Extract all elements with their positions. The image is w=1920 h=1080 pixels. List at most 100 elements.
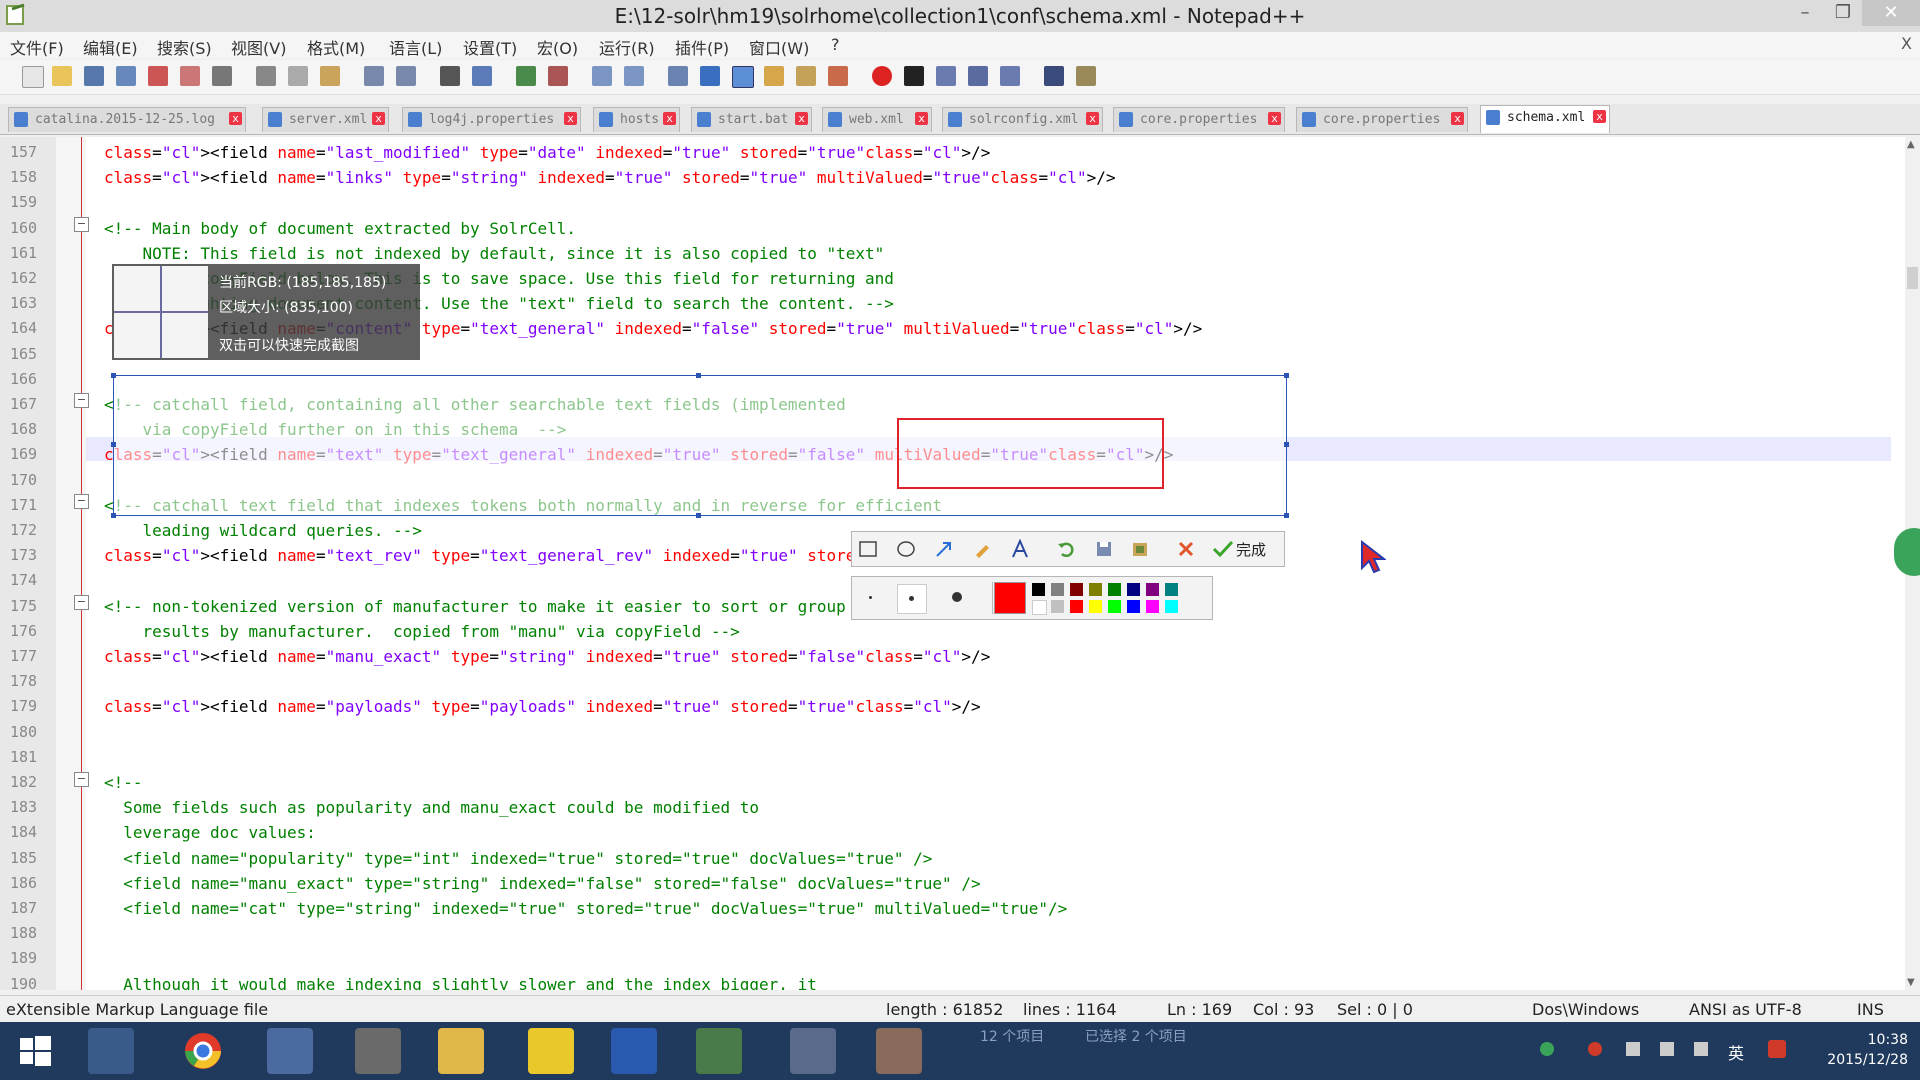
code-line[interactable]: <field name="cat" type="string" indexed=…	[104, 899, 1067, 918]
resize-handle[interactable]	[696, 373, 701, 378]
menu-help[interactable]: ?	[831, 35, 840, 54]
scrollbar-thumb[interactable]	[1907, 267, 1918, 289]
code-line[interactable]: <field name="manu_exact" type="string" i…	[104, 874, 980, 893]
brush-tool-icon[interactable]	[972, 539, 992, 559]
color-swatch-red[interactable]	[1070, 600, 1083, 613]
menu-run[interactable]: 运行(R)	[599, 35, 655, 59]
color-swatch-magenta[interactable]	[1146, 600, 1159, 613]
undo-icon[interactable]	[364, 66, 384, 86]
color-swatch-silver[interactable]	[1051, 600, 1064, 613]
document-map-icon[interactable]	[796, 66, 816, 86]
tab-web-xml[interactable]: web.xml x	[822, 107, 932, 132]
code-line[interactable]: class="cl"><field name="links" type="str…	[104, 168, 1116, 187]
start-button[interactable]	[12, 1028, 58, 1074]
taskbar-word-icon[interactable]	[611, 1028, 657, 1074]
function-list-icon[interactable]	[828, 66, 848, 86]
menu-file[interactable]: 文件(F)	[10, 35, 64, 59]
resize-handle[interactable]	[1284, 442, 1289, 447]
scroll-down-icon[interactable]: ▼	[1907, 977, 1915, 988]
sync-vertical-icon[interactable]	[592, 66, 612, 86]
close-all-icon[interactable]	[180, 66, 200, 86]
tab-close-icon[interactable]: x	[1451, 112, 1464, 125]
copy-icon[interactable]	[288, 66, 308, 86]
color-swatch-blue[interactable]	[1127, 600, 1140, 613]
size-small-icon[interactable]	[869, 596, 872, 599]
fold-toggle-icon[interactable]: −	[74, 494, 89, 509]
minimize-button[interactable]: –	[1786, 0, 1824, 26]
system-clock[interactable]: 10:38 2015/12/28	[1827, 1030, 1908, 1070]
taskbar-explorer-icon[interactable]	[438, 1028, 484, 1074]
menu-edit[interactable]: 编辑(E)	[83, 35, 138, 59]
tab-server-xml[interactable]: server.xml x	[262, 107, 389, 132]
spell-check-icon[interactable]	[1044, 66, 1064, 86]
stop-macro-icon[interactable]	[904, 66, 924, 86]
tab-core-properties-1[interactable]: core.properties x	[1113, 107, 1285, 132]
close-window-button[interactable]: ✕	[1862, 0, 1920, 26]
color-swatch-gray[interactable]	[1051, 583, 1064, 596]
size-medium-button[interactable]	[897, 584, 927, 614]
save-capture-icon[interactable]	[1094, 539, 1114, 559]
code-line[interactable]: class="cl"><field name="manu_exact" type…	[104, 647, 990, 666]
menu-macro[interactable]: 宏(O)	[537, 35, 578, 59]
paste-icon[interactable]	[320, 66, 340, 86]
code-line[interactable]: class="cl"><field name="last_modified" t…	[104, 143, 990, 162]
taskbar-app-icon[interactable]	[355, 1028, 401, 1074]
color-swatch-purple[interactable]	[1146, 583, 1159, 596]
color-swatch-teal[interactable]	[1165, 583, 1178, 596]
menu-window[interactable]: 窗口(W)	[749, 35, 809, 59]
code-line[interactable]: class="cl"><field name="payloads" type="…	[104, 697, 981, 716]
taskbar-app-icon-2[interactable]	[790, 1028, 836, 1074]
tab-close-icon[interactable]: x	[372, 112, 385, 125]
arrow-tool-icon[interactable]	[934, 539, 954, 559]
fold-toggle-icon[interactable]: −	[74, 772, 89, 787]
resize-handle[interactable]	[111, 513, 116, 518]
tray-volume-icon[interactable]	[1694, 1042, 1708, 1056]
tab-start-bat[interactable]: start.bat x	[691, 107, 812, 132]
tab-log4j-properties[interactable]: log4j.properties x	[402, 107, 581, 132]
cut-icon[interactable]	[256, 66, 276, 86]
color-swatch-green[interactable]	[1108, 583, 1121, 596]
color-swatch-white[interactable]	[1032, 600, 1047, 615]
new-file-icon[interactable]	[22, 66, 44, 88]
redo-icon[interactable]	[396, 66, 416, 86]
code-line[interactable]: Although it would make indexing slightly…	[104, 975, 817, 990]
fold-toggle-icon[interactable]: −	[74, 393, 89, 408]
code-line[interactable]: Some fields such as popularity and manu_…	[104, 798, 759, 817]
open-file-icon[interactable]	[52, 66, 72, 86]
color-swatch-maroon[interactable]	[1070, 583, 1083, 596]
find-icon[interactable]	[440, 66, 460, 86]
tray-ime-indicator[interactable]: 英	[1728, 1040, 1744, 1064]
print-icon[interactable]	[212, 66, 232, 86]
zoom-in-icon[interactable]	[516, 66, 536, 86]
code-line[interactable]: <!-- non-tokenized version of manufactur…	[104, 597, 846, 616]
tray-display-icon[interactable]	[1660, 1042, 1674, 1056]
tab-close-icon[interactable]: x	[229, 112, 242, 125]
word-wrap-icon[interactable]	[668, 66, 688, 86]
play-macro-icon[interactable]	[936, 66, 956, 86]
encoding-label[interactable]: ANSI as UTF-8	[1689, 1000, 1802, 1019]
tray-network-icon[interactable]	[1540, 1042, 1554, 1056]
fold-toggle-icon[interactable]: −	[74, 217, 89, 232]
resize-handle[interactable]	[1284, 513, 1289, 518]
tab-close-icon[interactable]: x	[1268, 112, 1281, 125]
tray-input-icon[interactable]	[1626, 1042, 1640, 1056]
taskbar-java-icon[interactable]	[876, 1028, 922, 1074]
tab-close-icon[interactable]: x	[795, 112, 808, 125]
menu-view[interactable]: 视图(V)	[231, 35, 286, 59]
tray-sogou-icon[interactable]	[1768, 1040, 1786, 1058]
run-macro-multiple-icon[interactable]	[968, 66, 988, 86]
plugin-tool-icon[interactable]	[1076, 66, 1096, 86]
color-swatch-cyan[interactable]	[1165, 600, 1178, 613]
close-document-button[interactable]: X	[1901, 34, 1912, 53]
menu-settings[interactable]: 设置(T)	[463, 35, 517, 59]
tab-close-icon[interactable]: x	[564, 112, 577, 125]
resize-handle[interactable]	[111, 442, 116, 447]
done-capture-button[interactable]: 完成	[1212, 538, 1266, 560]
menu-search[interactable]: 搜索(S)	[157, 35, 212, 59]
cancel-capture-icon[interactable]	[1176, 539, 1196, 559]
close-file-icon[interactable]	[148, 66, 168, 86]
menu-language[interactable]: 语言(L)	[389, 35, 442, 59]
code-line[interactable]: leverage doc values:	[104, 823, 316, 842]
replace-icon[interactable]	[472, 66, 492, 86]
ellipse-tool-icon[interactable]	[896, 539, 916, 559]
